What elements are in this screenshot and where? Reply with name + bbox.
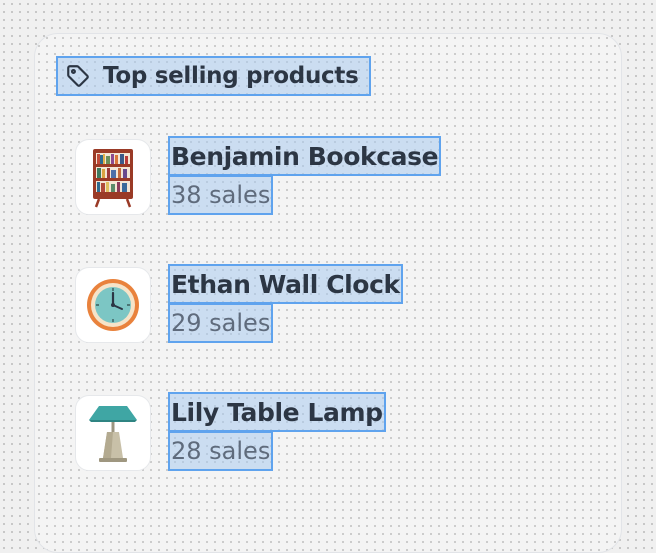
product-sales: 29 sales (167, 303, 274, 343)
product-name: Lily Table Lamp (168, 392, 386, 432)
product-item-bookcase[interactable]: Benjamin Bookcase 38 sales (75, 136, 595, 217)
product-name: Benjamin Bookcase (167, 136, 442, 176)
bookcase-image (75, 139, 151, 215)
table-lamp-image (75, 395, 151, 471)
product-name: Ethan Wall Clock (168, 264, 403, 304)
wall-clock-image (75, 267, 151, 343)
product-sales: 38 sales (167, 175, 274, 215)
product-item-wall-clock[interactable]: Ethan Wall Clock 29 sales (75, 264, 595, 345)
product-item-table-lamp[interactable]: Lily Table Lamp 28 sales (75, 392, 595, 473)
card-header: Top selling products (56, 56, 371, 96)
tag-icon (63, 61, 93, 91)
product-sales: 28 sales (167, 431, 274, 471)
top-products-card: Top selling products Benjamin Bookcase 3… (34, 33, 622, 553)
card-title: Top selling products (103, 63, 359, 89)
